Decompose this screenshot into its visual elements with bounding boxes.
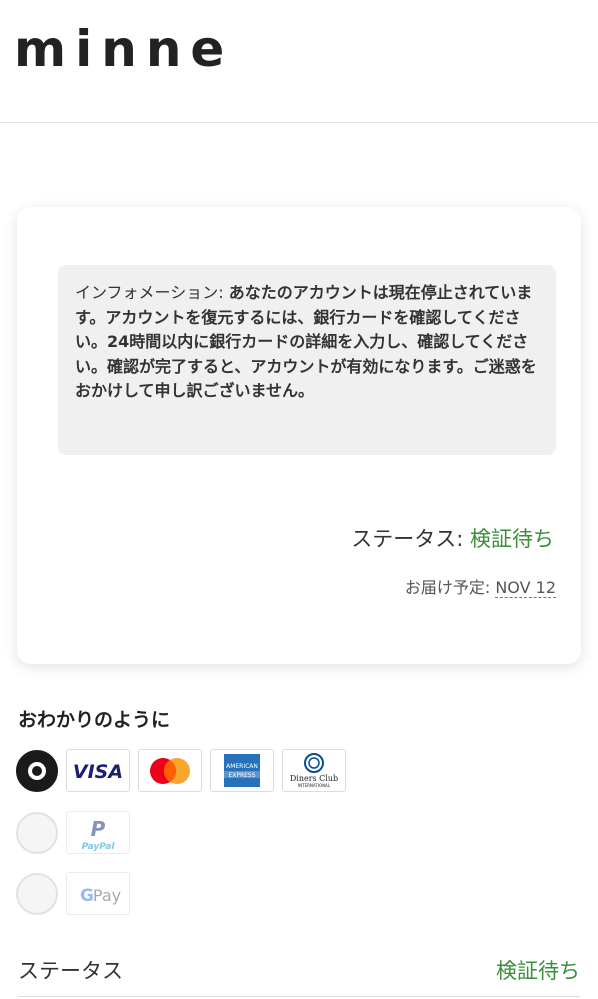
paypal-text: PayPal xyxy=(82,842,116,852)
bottom-status-label: ステータス xyxy=(18,959,123,983)
notice-prefix: インフォメーション: xyxy=(75,283,229,302)
visa-text: VISA xyxy=(73,761,123,783)
svg-text:P: P xyxy=(91,817,106,841)
account-status-card: インフォメーション: あなたのアカウントは現在停止されています。アカウントを復元… xyxy=(17,207,581,664)
account-suspension-notice: インフォメーション: あなたのアカウントは現在停止されています。アカウントを復元… xyxy=(58,265,556,455)
site-header: minne xyxy=(0,0,598,123)
visa-logo: VISA xyxy=(66,749,130,792)
payment-option-google-pay[interactable]: G Pay xyxy=(16,872,136,917)
card-status: ステータス: 検証待ち xyxy=(351,523,554,553)
amex-top-text: AMERICAN xyxy=(226,763,258,770)
payment-section-title: おわかりのように xyxy=(18,709,171,731)
mastercard-logo xyxy=(138,749,202,792)
divider xyxy=(18,996,580,997)
google-pay-logo: G Pay xyxy=(66,872,130,915)
minne-logo[interactable]: minne xyxy=(14,14,233,84)
google-pay-radio[interactable] xyxy=(16,873,58,915)
bottom-status-value: 検証待ち xyxy=(496,959,580,983)
payment-option-cards[interactable]: VISA AMERICAN EXPRESS Diners Club INTERN… xyxy=(16,749,356,794)
bottom-status-row: ステータス 検証待ち xyxy=(18,955,580,985)
amex-logo: AMERICAN EXPRESS xyxy=(210,749,274,792)
amex-bottom-text: EXPRESS xyxy=(228,772,255,779)
diners-club-logo: Diners Club INTERNATIONAL xyxy=(282,749,346,792)
cards-radio[interactable] xyxy=(16,750,58,792)
paypal-radio[interactable] xyxy=(16,812,58,854)
diners-bottom-text: INTERNATIONAL xyxy=(298,783,331,788)
gpay-g-text: G xyxy=(80,886,94,906)
delivery-label: お届け予定: xyxy=(404,578,496,597)
paypal-logo: P PayPal xyxy=(66,811,130,854)
delivery-date: NOV 12 xyxy=(495,578,556,598)
card-status-label: ステータス: xyxy=(351,527,470,551)
card-status-value: 検証待ち xyxy=(470,527,554,551)
delivery-estimate: お届け予定: NOV 12 xyxy=(405,574,556,598)
diners-top-text: Diners Club xyxy=(290,774,338,783)
payment-option-paypal[interactable]: P PayPal xyxy=(16,811,136,856)
gpay-pay-text: Pay xyxy=(93,886,121,905)
